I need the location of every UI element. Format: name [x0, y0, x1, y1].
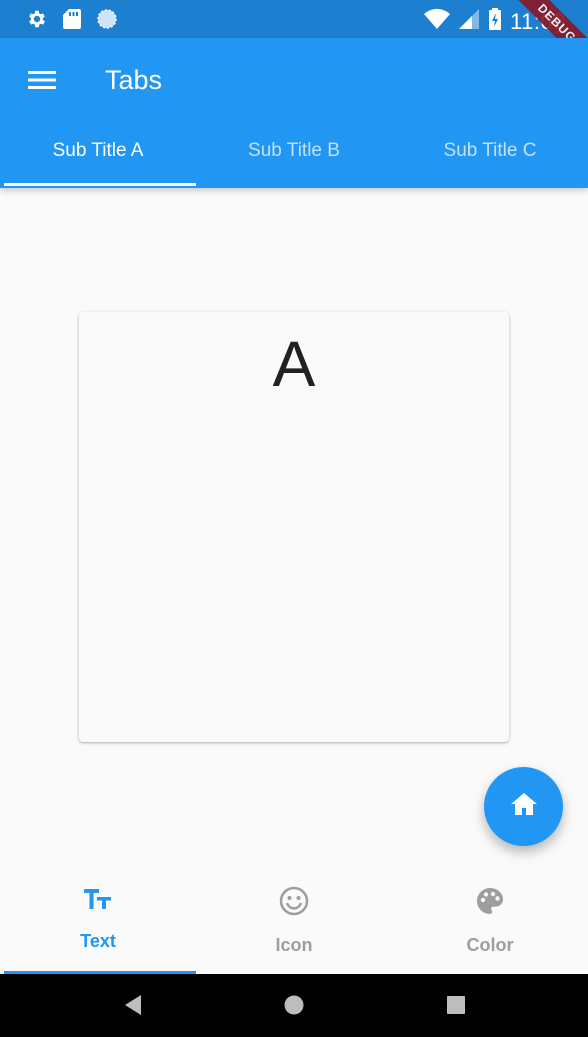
system-navigation-bar	[0, 974, 588, 1037]
tab-sub-title-c[interactable]: Sub Title C	[392, 114, 588, 188]
tab-bar: Sub Title A Sub Title B Sub Title C	[0, 114, 588, 188]
app-screen: 11:03 DEBUG Tabs Sub Title A Sub Title B…	[0, 0, 588, 1037]
nav-item-icon[interactable]: Icon	[196, 870, 392, 974]
page-title: Tabs	[105, 65, 163, 95]
status-left-icons	[26, 8, 118, 35]
palette-icon	[475, 886, 505, 921]
tab-label: Sub Title A	[52, 140, 144, 161]
sync-icon	[96, 8, 118, 35]
tab-sub-title-b[interactable]: Sub Title B	[196, 114, 392, 188]
nav-label: Color	[466, 935, 514, 955]
home-icon	[510, 791, 538, 822]
nav-item-color[interactable]: Color	[392, 870, 588, 974]
nav-label: Text	[80, 931, 116, 951]
sd-card-icon	[62, 8, 82, 35]
back-button[interactable]	[122, 994, 144, 1021]
app-bar: Tabs Sub Title A Sub Title B Sub Title C	[0, 38, 588, 188]
tab-label: Sub Title B	[248, 140, 340, 161]
home-fab-button[interactable]	[484, 767, 563, 846]
home-circle-icon	[283, 994, 305, 1021]
nav-item-text[interactable]: Text	[0, 870, 196, 974]
signal-icon	[458, 8, 480, 35]
wifi-icon	[424, 8, 451, 35]
tab-indicator	[4, 183, 196, 186]
menu-button[interactable]	[20, 60, 64, 104]
nav-label: Icon	[275, 935, 313, 955]
smiley-icon	[279, 886, 309, 921]
home-system-button[interactable]	[283, 994, 305, 1021]
bottom-navigation: Text Icon Color	[0, 870, 588, 974]
recents-button[interactable]	[445, 995, 467, 1020]
tab-sub-title-a[interactable]: Sub Title A	[0, 114, 196, 188]
gear-icon	[26, 8, 48, 35]
content-card: A	[79, 312, 509, 742]
battery-charging-icon	[488, 8, 502, 35]
back-icon	[123, 994, 143, 1021]
recents-icon	[446, 995, 466, 1020]
card-letter: A	[272, 328, 316, 400]
status-bar: 11:03 DEBUG	[0, 0, 588, 77]
tab-label: Sub Title C	[443, 140, 537, 161]
menu-icon	[28, 69, 56, 96]
text-fields-icon	[83, 886, 113, 917]
